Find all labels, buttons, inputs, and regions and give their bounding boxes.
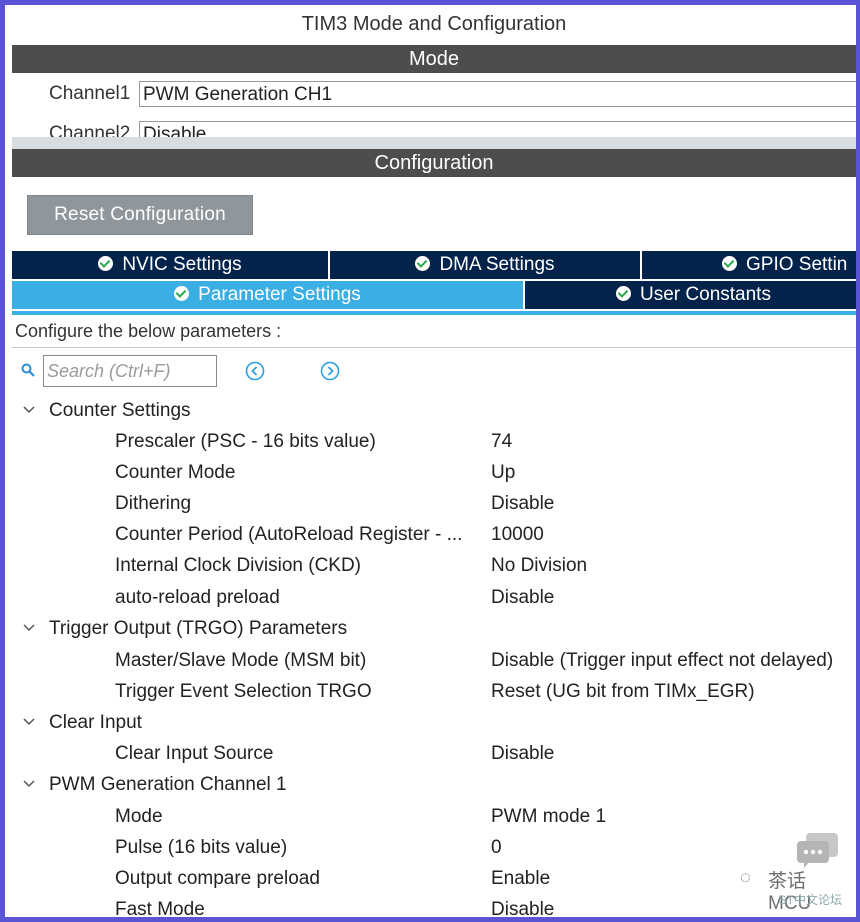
tab-label: NVIC Settings — [122, 254, 242, 275]
param-label: auto-reload preload — [115, 587, 280, 608]
param-row[interactable]: Mode PWM mode 1 — [12, 801, 856, 832]
param-label: Prescaler (PSC - 16 bits value) — [115, 431, 376, 452]
param-row[interactable]: Counter Period (AutoReload Register - ..… — [12, 519, 856, 550]
configuration-section-header: Configuration — [12, 149, 856, 177]
previous-icon[interactable] — [245, 361, 265, 381]
search-input[interactable]: Search (Ctrl+F) — [43, 355, 217, 387]
param-row[interactable]: Internal Clock Division (CKD) No Divisio… — [12, 550, 856, 581]
group-trigger-output[interactable]: Trigger Output (TRGO) Parameters — [12, 613, 856, 644]
wechat-icon: ◌ — [740, 867, 751, 887]
param-value[interactable]: Disable — [491, 488, 554, 519]
param-label: Mode — [115, 806, 163, 827]
param-value[interactable]: Disable (Trigger input effect not delaye… — [491, 645, 833, 676]
configuration-panel: TIM3 Mode and Configuration Mode Channel… — [12, 5, 856, 917]
mode-section-header: Mode — [12, 45, 856, 73]
tab-label: GPIO Settin — [746, 254, 848, 275]
tab-underline — [12, 311, 856, 315]
param-label: Internal Clock Division (CKD) — [115, 555, 362, 576]
next-icon[interactable] — [320, 361, 340, 381]
param-value[interactable]: 74 — [491, 426, 512, 457]
tab-label: Parameter Settings — [198, 284, 361, 305]
tab-label: User Constants — [640, 284, 771, 305]
param-label: Dithering — [115, 493, 192, 514]
group-title: Clear Input — [49, 712, 142, 733]
search-icon — [21, 363, 35, 377]
group-title: Trigger Output (TRGO) Parameters — [49, 618, 348, 639]
channel1-select[interactable]: PWM Generation CH1 — [139, 81, 856, 107]
param-row[interactable]: auto-reload preload Disable — [12, 582, 856, 613]
window-title: TIM3 Mode and Configuration — [301, 13, 567, 35]
param-label: Counter Period (AutoReload Register - ..… — [115, 524, 463, 545]
param-value[interactable]: Disable — [491, 738, 554, 769]
tab-gpio-settings[interactable]: GPIO Settin — [642, 251, 856, 279]
watermark-sub: ST中文论坛 — [778, 893, 842, 907]
param-value[interactable]: Disable — [491, 582, 554, 613]
param-row[interactable]: Dithering Disable — [12, 488, 856, 519]
param-value[interactable]: Enable — [491, 863, 550, 894]
configure-hint: Configure the below parameters : — [15, 321, 282, 341]
param-label: Output compare preload — [115, 868, 320, 889]
param-value[interactable]: Reset (UG bit from TIMx_EGR) — [491, 676, 755, 707]
tab-parameter-settings[interactable]: Parameter Settings — [12, 281, 525, 309]
param-value[interactable]: PWM mode 1 — [491, 801, 606, 832]
param-label: Pulse (16 bits value) — [115, 837, 288, 858]
channel2-select[interactable]: Disable — [139, 121, 856, 137]
param-value[interactable]: 0 — [491, 832, 502, 863]
check-circle-icon — [174, 286, 190, 301]
param-row[interactable]: Prescaler (PSC - 16 bits value) 74 — [12, 426, 856, 457]
param-row[interactable]: Trigger Event Selection TRGO Reset (UG b… — [12, 676, 856, 707]
group-pwm-generation-channel1[interactable]: PWM Generation Channel 1 — [12, 769, 856, 800]
param-value[interactable]: Disable — [491, 894, 554, 917]
watermark: ◌ 茶话MCU ST中文论坛 — [698, 831, 848, 914]
group-title: Counter Settings — [49, 400, 191, 421]
chevron-down-icon[interactable] — [22, 777, 36, 791]
channel2-label: Channel2 — [49, 123, 131, 137]
param-row[interactable]: Counter Mode Up — [12, 457, 856, 488]
check-circle-icon — [722, 256, 737, 271]
reset-configuration-button[interactable]: Reset Configuration — [27, 195, 253, 235]
param-label: Clear Input Source — [115, 743, 274, 764]
check-circle-icon — [616, 286, 632, 301]
chevron-down-icon[interactable] — [22, 715, 36, 729]
tab-nvic-settings[interactable]: NVIC Settings — [12, 251, 330, 279]
param-value[interactable]: No Division — [491, 550, 587, 581]
group-counter-settings[interactable]: Counter Settings — [12, 395, 856, 426]
param-label: Counter Mode — [115, 462, 236, 483]
channel1-label: Channel1 — [49, 83, 131, 104]
chat-bubble-icon — [797, 833, 838, 868]
param-value[interactable]: Up — [491, 457, 515, 488]
channel1-row: Channel1 PWM Generation CH1 — [12, 79, 856, 109]
group-title: PWM Generation Channel 1 — [49, 774, 287, 795]
tab-user-constants[interactable]: User Constants — [525, 281, 856, 309]
check-circle-icon — [98, 256, 114, 271]
mode-splitter[interactable] — [12, 137, 856, 149]
chevron-down-icon[interactable] — [22, 403, 36, 417]
param-row[interactable]: Master/Slave Mode (MSM bit) Disable (Tri… — [12, 645, 856, 676]
param-label: Trigger Event Selection TRGO — [115, 681, 372, 702]
param-value[interactable]: 10000 — [491, 519, 544, 550]
param-label: Fast Mode — [115, 899, 205, 917]
tab-dma-settings[interactable]: DMA Settings — [330, 251, 642, 279]
group-clear-input[interactable]: Clear Input — [12, 707, 856, 738]
param-label: Master/Slave Mode (MSM bit) — [115, 650, 367, 671]
divider — [12, 347, 856, 348]
tab-label: DMA Settings — [439, 254, 555, 275]
window-frame: TIM3 Mode and Configuration Mode Channel… — [0, 0, 860, 922]
channel2-row: Channel2 Disable — [12, 119, 856, 137]
chevron-down-icon[interactable] — [22, 621, 36, 635]
param-row[interactable]: Clear Input Source Disable — [12, 738, 856, 769]
check-circle-icon — [415, 256, 431, 271]
